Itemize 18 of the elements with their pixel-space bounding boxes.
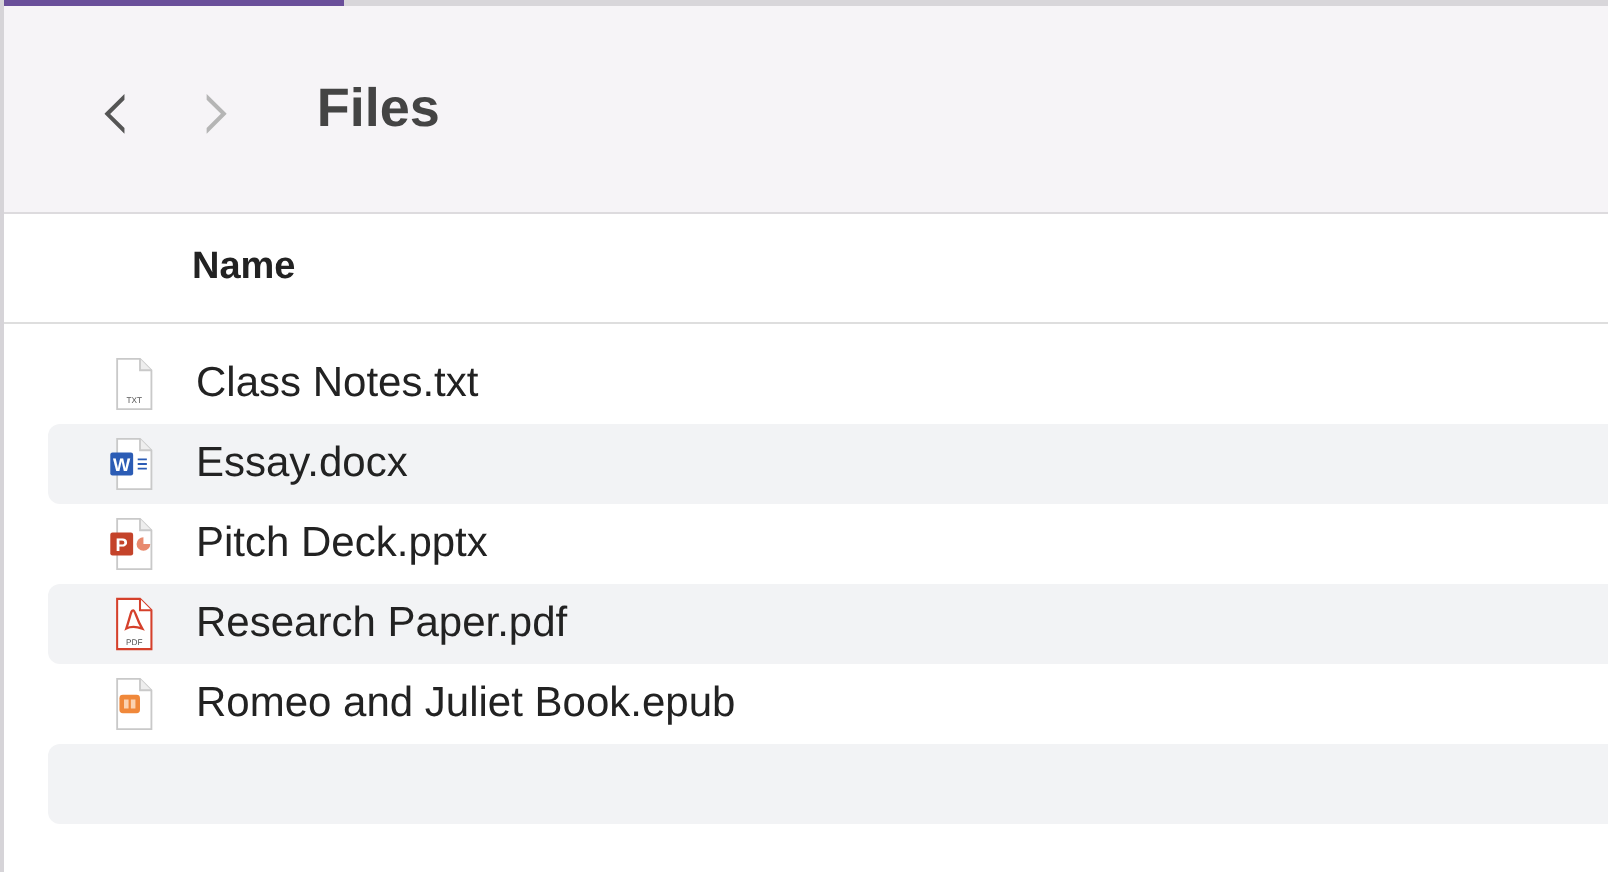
file-name: Romeo and Juliet Book.epub [196, 680, 736, 728]
column-header[interactable]: Name [192, 246, 296, 290]
file-name: Essay.docx [196, 440, 408, 488]
file-name: Class Notes.txt [196, 360, 479, 408]
back-button[interactable]: ‹ [87, 69, 144, 149]
file-row[interactable]: P Pitch Deck.pptx [48, 504, 1608, 584]
file-name: Pitch Deck.pptx [196, 520, 488, 568]
text-file-icon [116, 357, 153, 411]
file-row[interactable]: Romeo and Juliet Book.epub [48, 664, 1608, 744]
book-file-icon [116, 677, 153, 731]
slides-file-icon [110, 517, 153, 571]
icon-label: W [113, 454, 131, 475]
file-name: Research Paper.pdf [196, 600, 568, 648]
word-document-icon [110, 437, 153, 491]
pdf-file-icon [116, 597, 153, 651]
window-title: Files [316, 78, 440, 140]
icon-label: P [115, 534, 128, 555]
file-row[interactable]: W Essay.docx [48, 424, 1608, 504]
